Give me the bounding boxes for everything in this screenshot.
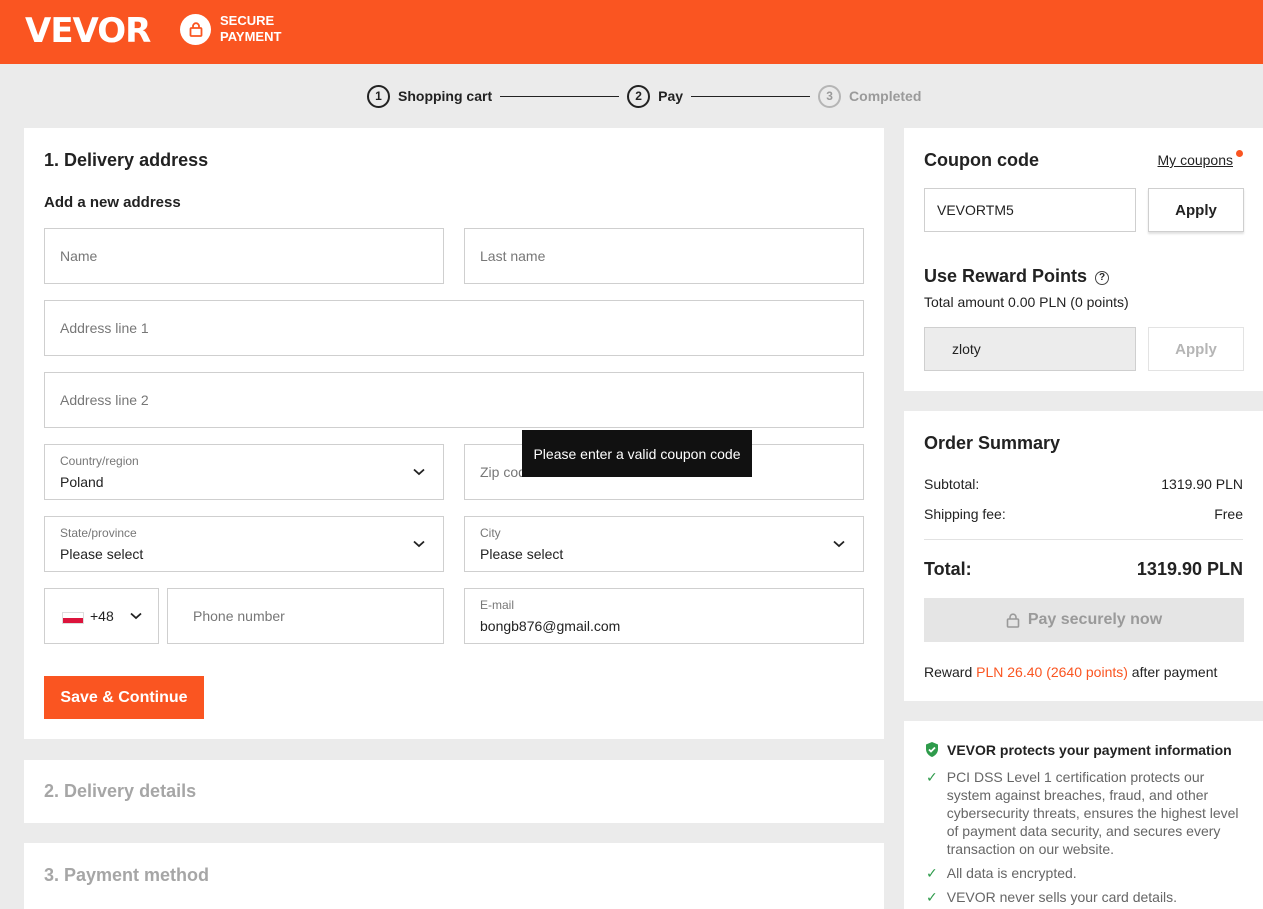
delivery-details-section[interactable]: 2. Delivery details [24,760,884,823]
payment-method-section[interactable]: 3. Payment method [24,843,884,909]
protection-item: ✓ All data is encrypted. [926,865,1077,881]
pay-securely-button[interactable]: Pay securely now [924,598,1244,642]
lock-icon [180,13,211,45]
total-row: Total: 1319.90 PLN [924,559,1243,579]
subtotal-row: Subtotal: 1319.90 PLN [924,476,1243,492]
reward-points-title: Use Reward Points? [924,266,1110,287]
lock-icon [1006,612,1020,628]
secure-payment-badge: SECURE PAYMENT [180,13,281,45]
shipping-row: Shipping fee: Free [924,506,1243,522]
secure-payment-text: SECURE PAYMENT [220,13,282,44]
summary-divider [924,539,1243,540]
delivery-address-card: 1. Delivery address Add a new address Na… [24,128,884,739]
payment-protection-card: VEVOR protects your payment information … [904,721,1263,909]
order-summary-card: Order Summary Subtotal: 1319.90 PLN Shipp… [904,411,1263,701]
my-coupons-link[interactable]: My coupons [1158,152,1233,168]
poland-flag-icon [62,612,84,624]
top-header: VEVOR SECURE PAYMENT [0,0,1263,64]
chevron-down-icon [833,540,845,548]
phone-country-code-select[interactable]: +48 [44,588,159,644]
protection-item: ✓ VEVOR never sells your card details. [926,889,1178,905]
payment-method-title: 3. Payment method [44,865,210,885]
step-completed: 3 Completed [818,84,921,108]
reward-apply-button[interactable]: Apply [1148,327,1244,371]
phone-number-input[interactable]: Phone number [167,588,444,644]
address-line-2-input[interactable]: Address line 2 [44,372,864,428]
delivery-address-title: 1. Delivery address [44,150,209,170]
step-shopping-cart[interactable]: 1 Shopping cart [367,84,492,108]
add-address-subtitle: Add a new address [44,194,181,211]
reward-total-text: Total amount 0.00 PLN (0 points) [924,294,1129,310]
question-circle-icon[interactable]: ? [1095,270,1110,285]
last-name-input[interactable]: Last name [464,228,864,284]
email-input[interactable]: E-mail bongb876@gmail.com [464,588,864,644]
checkout-steps: 1 Shopping cart 2 Pay 3 Completed [367,84,921,108]
chevron-down-icon [413,468,425,476]
protection-item: ✓ PCI DSS Level 1 certification protects … [926,769,1239,857]
coupon-card: Coupon code My coupons VEVORTM5 Apply Us… [904,128,1263,391]
protection-title: VEVOR protects your payment information [924,741,1232,758]
vevor-logo[interactable]: VEVOR [25,11,151,51]
save-continue-button[interactable]: Save & Continue [44,676,204,719]
step-connector [691,95,811,97]
chevron-down-icon [413,540,425,548]
reward-after-payment-text: Reward PLN 26.40 (2640 points) after pay… [924,664,1218,680]
chevron-down-icon [130,612,142,620]
check-icon: ✓ [926,769,938,785]
address-line-1-input[interactable]: Address line 1 [44,300,864,356]
check-icon: ✓ [926,865,938,881]
check-icon: ✓ [926,889,938,905]
state-select[interactable]: State/province Please select [44,516,444,572]
step-pay: 2 Pay [627,84,683,108]
notification-dot [1236,150,1243,157]
step-connector [500,95,620,97]
country-select[interactable]: Country/region Poland [44,444,444,500]
coupon-title: Coupon code [924,150,1039,170]
shield-check-icon [926,742,938,757]
reward-currency-field: zloty [924,327,1136,371]
delivery-details-title: 2. Delivery details [44,781,197,801]
coupon-apply-button[interactable]: Apply [1148,188,1244,232]
city-select[interactable]: City Please select [464,516,864,572]
coupon-code-input[interactable]: VEVORTM5 [924,188,1136,232]
order-summary-title: Order Summary [924,433,1061,453]
coupon-error-tooltip: Please enter a valid coupon code [522,430,752,477]
name-input[interactable]: Name [44,228,444,284]
